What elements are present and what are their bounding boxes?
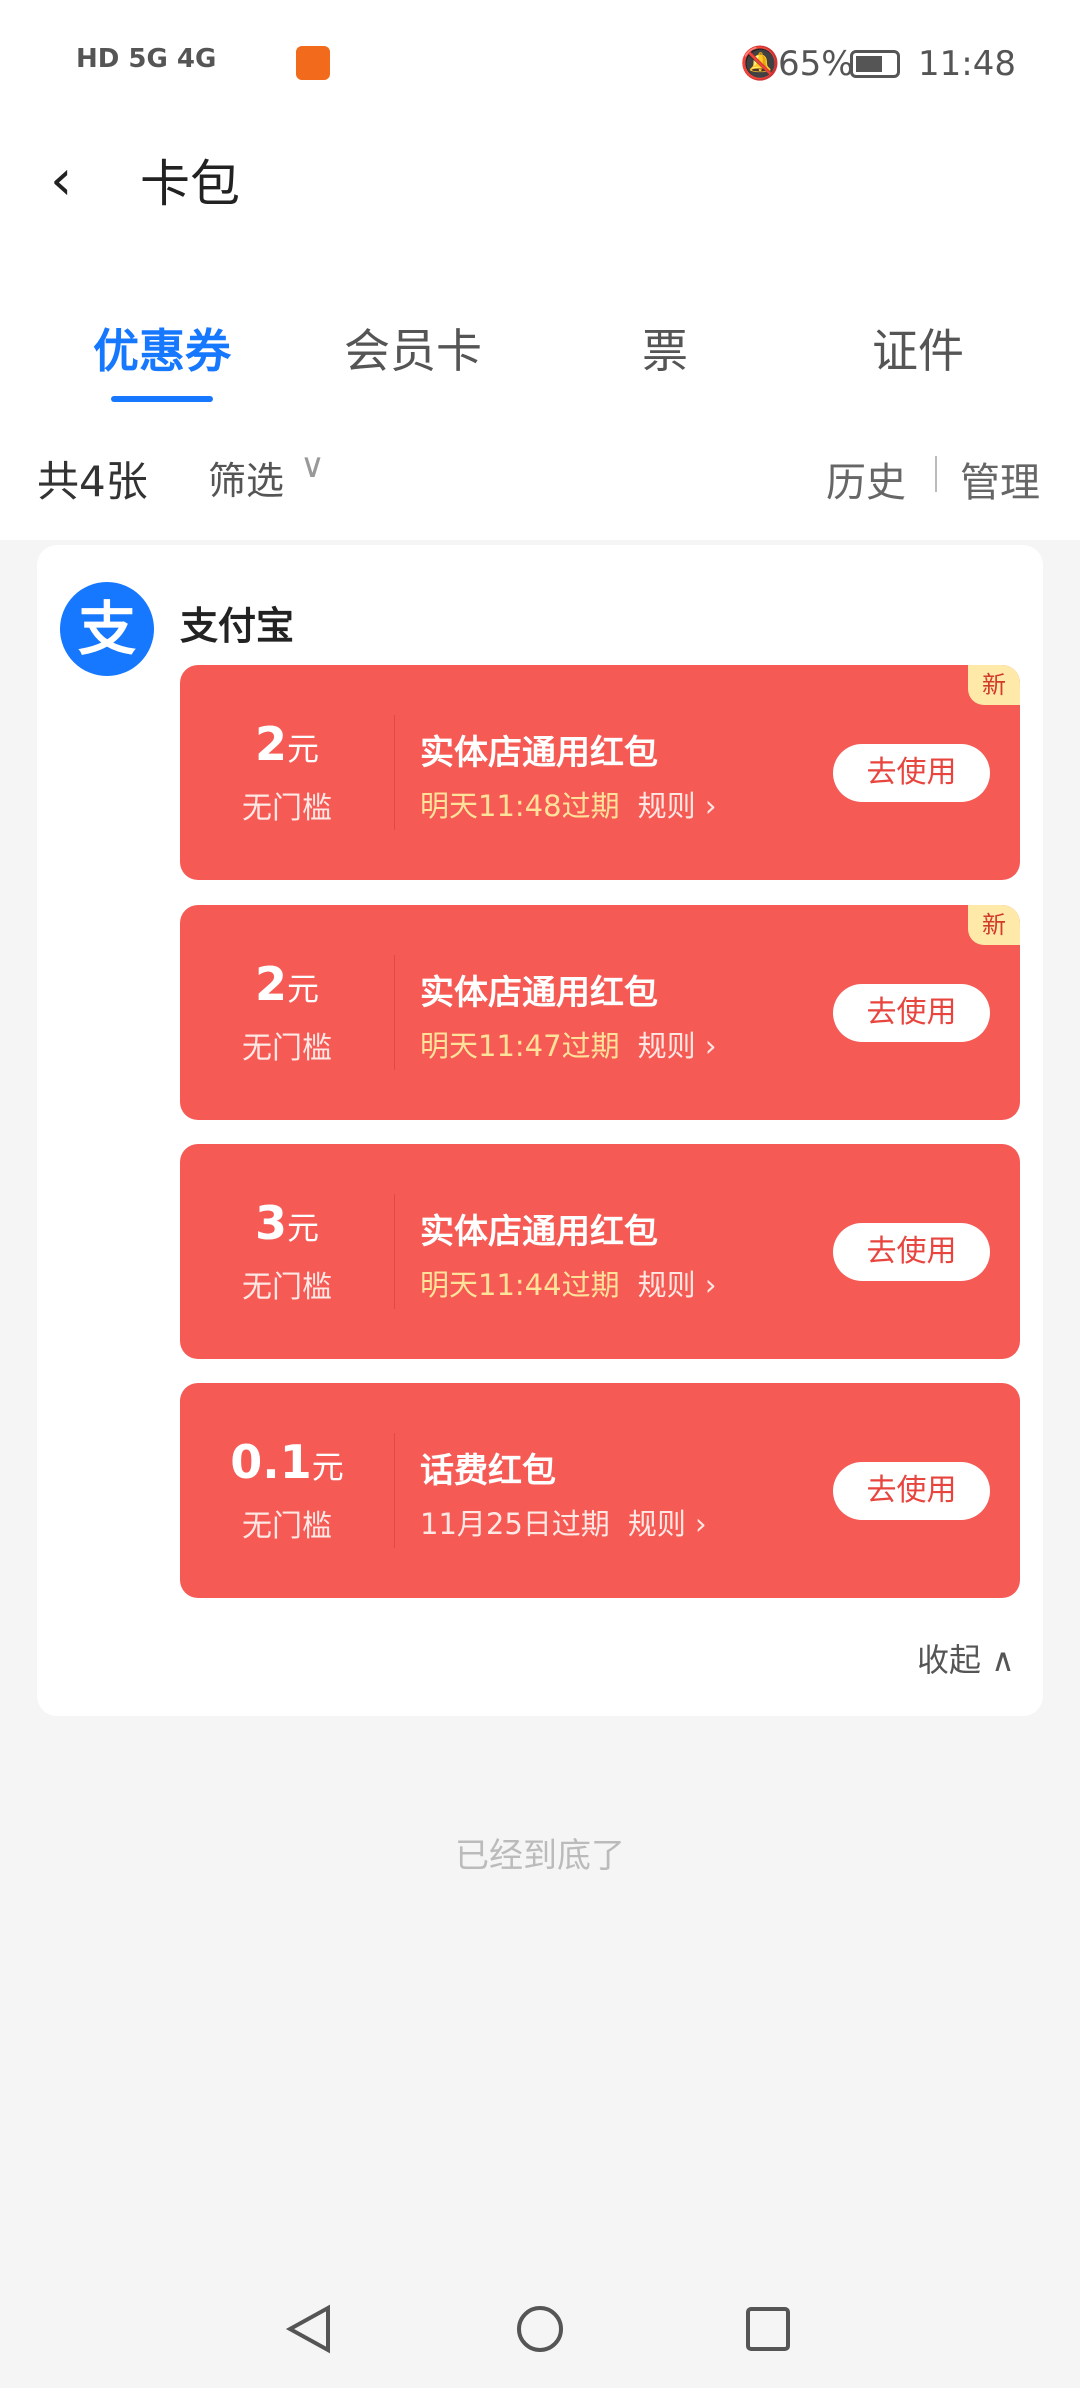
alipay-logo: 支 bbox=[60, 582, 154, 676]
tab-coupons[interactable]: 优惠券 bbox=[93, 315, 231, 381]
home-nav-icon[interactable] bbox=[515, 2304, 565, 2354]
coupon-card[interactable]: 2元 无门槛 实体店通用红包 明天11:48过期 规则 › 去使用 新 bbox=[180, 665, 1020, 880]
battery-icon bbox=[850, 50, 900, 78]
chevron-down-icon[interactable]: ∨ bbox=[300, 446, 325, 486]
chevron-right-icon: › bbox=[704, 1268, 717, 1302]
chevron-right-icon: › bbox=[704, 789, 717, 823]
tab-documents[interactable]: 证件 bbox=[872, 315, 964, 381]
coupon-title: 实体店通用红包 bbox=[420, 1212, 658, 1252]
coupon-amount: 0.1元 bbox=[230, 1435, 344, 1489]
clock: 11:48 bbox=[918, 44, 1016, 84]
app-notification-icon bbox=[296, 46, 330, 80]
back-icon[interactable]: ‹ bbox=[50, 148, 72, 213]
coupon-expiry: 明天11:47过期 bbox=[420, 1029, 620, 1063]
rule-link[interactable]: 规则 › bbox=[638, 789, 717, 823]
coupon-title: 实体店通用红包 bbox=[420, 973, 658, 1013]
coupon-expiry: 明天11:44过期 bbox=[420, 1268, 620, 1302]
rule-link[interactable]: 规则 › bbox=[638, 1029, 717, 1063]
coupon-amount: 3元 bbox=[254, 1196, 320, 1250]
signal-icons: HD 5G 4G bbox=[76, 44, 217, 74]
recents-nav-icon[interactable] bbox=[745, 2306, 791, 2352]
group-name: 支付宝 bbox=[180, 604, 295, 648]
divider bbox=[394, 715, 395, 830]
back-nav-icon[interactable] bbox=[284, 2304, 334, 2354]
collapse-button[interactable]: 收起 ∧ bbox=[917, 1635, 1015, 1681]
rule-link[interactable]: 规则 › bbox=[638, 1268, 717, 1302]
coupon-card[interactable]: 0.1元 无门槛 话费红包 11月25日过期 规则 › 去使用 bbox=[180, 1383, 1020, 1598]
use-button[interactable]: 去使用 bbox=[833, 1462, 990, 1520]
new-badge: 新 bbox=[968, 665, 1020, 705]
divider bbox=[935, 456, 937, 492]
use-button[interactable]: 去使用 bbox=[833, 984, 990, 1042]
filter-button[interactable]: 筛选 bbox=[208, 450, 284, 505]
rule-link[interactable]: 规则 › bbox=[628, 1507, 707, 1541]
use-button[interactable]: 去使用 bbox=[833, 1223, 990, 1281]
divider bbox=[394, 955, 395, 1070]
coupon-amount: 2元 bbox=[254, 717, 320, 771]
tab-tickets[interactable]: 票 bbox=[642, 315, 688, 381]
coupon-expiry: 明天11:48过期 bbox=[420, 789, 620, 823]
coupon-threshold: 无门槛 bbox=[242, 1509, 332, 1544]
nav-bar bbox=[0, 2270, 1080, 2388]
chevron-right-icon: › bbox=[704, 1029, 717, 1063]
coupon-title: 实体店通用红包 bbox=[420, 733, 658, 773]
battery-percent: 65% bbox=[778, 44, 854, 84]
history-link[interactable]: 历史 bbox=[826, 450, 906, 508]
end-of-list: 已经到底了 bbox=[455, 1836, 625, 1876]
manage-link[interactable]: 管理 bbox=[960, 450, 1040, 508]
tab-member-cards[interactable]: 会员卡 bbox=[344, 315, 482, 381]
coupon-threshold: 无门槛 bbox=[242, 791, 332, 826]
page-title: 卡包 bbox=[140, 155, 240, 213]
tab-indicator bbox=[111, 396, 213, 402]
chevron-right-icon: › bbox=[695, 1507, 707, 1541]
new-badge: 新 bbox=[968, 905, 1020, 945]
divider bbox=[394, 1433, 395, 1548]
mute-icon: 🔕 bbox=[740, 44, 780, 82]
coupon-threshold: 无门槛 bbox=[242, 1270, 332, 1305]
coupon-count: 共4张 bbox=[37, 457, 148, 506]
coupon-card[interactable]: 3元 无门槛 实体店通用红包 明天11:44过期 规则 › 去使用 bbox=[180, 1144, 1020, 1359]
status-bar: HD 5G 4G 🔕 65% 11:48 bbox=[0, 0, 1080, 130]
use-button[interactable]: 去使用 bbox=[833, 744, 990, 802]
coupon-expiry: 11月25日过期 bbox=[420, 1507, 610, 1541]
coupon-title: 话费红包 bbox=[420, 1451, 556, 1491]
divider bbox=[394, 1194, 395, 1309]
coupon-amount: 2元 bbox=[254, 957, 320, 1011]
coupon-card[interactable]: 2元 无门槛 实体店通用红包 明天11:47过期 规则 › 去使用 新 bbox=[180, 905, 1020, 1120]
coupon-threshold: 无门槛 bbox=[242, 1031, 332, 1066]
